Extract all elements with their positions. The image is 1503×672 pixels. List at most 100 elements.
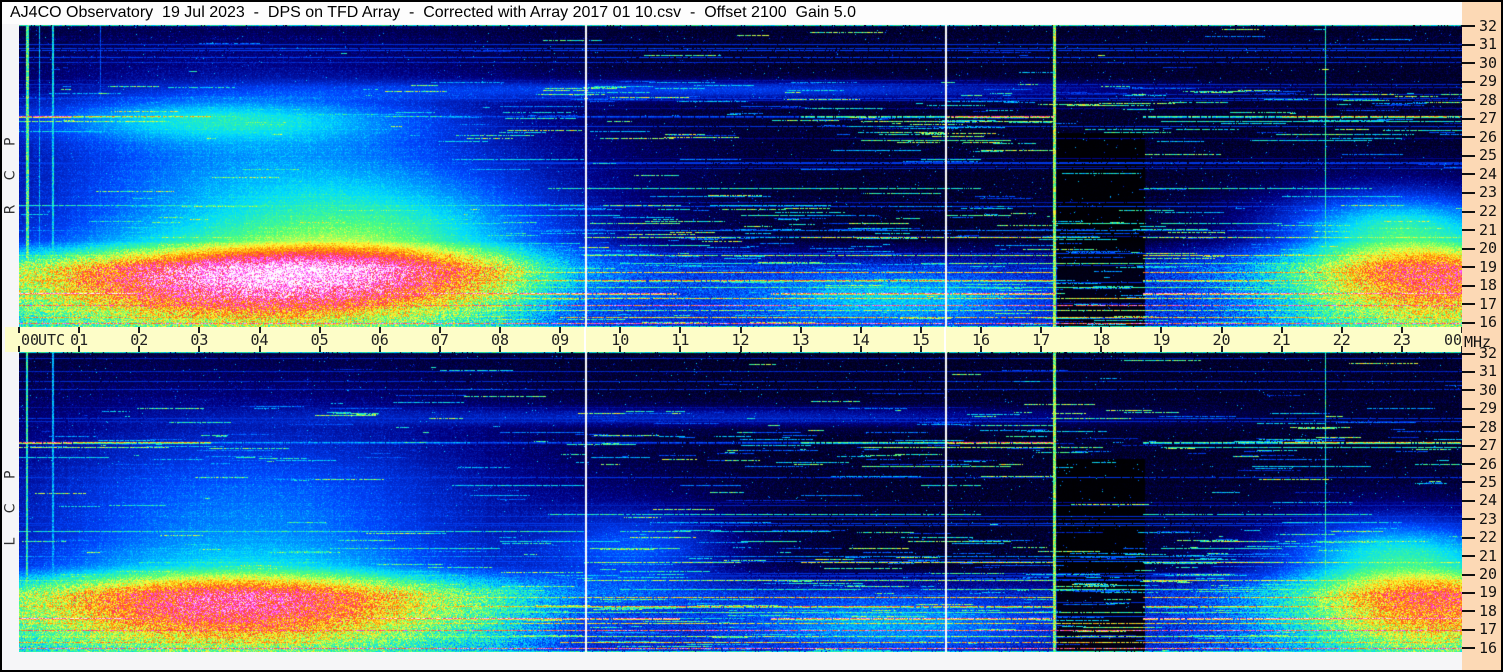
- freq-tick-label: 19: [1479, 583, 1498, 602]
- freq-tick: [1462, 555, 1475, 558]
- freq-tick-label: 21: [1479, 220, 1498, 239]
- freq-tick-label: 16: [1479, 638, 1498, 657]
- freq-tick: [1462, 499, 1475, 502]
- time-tick-label: 18: [1092, 331, 1111, 349]
- time-tick-label: 19: [1152, 331, 1171, 349]
- freq-tick-label: 16: [1479, 313, 1498, 332]
- time-tick-label: 00: [1443, 331, 1463, 349]
- freq-tick: [1462, 426, 1475, 429]
- time-tick-label: 03: [190, 331, 209, 349]
- freq-tick-label: 23: [1479, 509, 1498, 528]
- freq-tick: [1462, 591, 1475, 594]
- freq-tick: [1462, 62, 1475, 65]
- time-tick-label: 07: [430, 331, 449, 349]
- freq-tick-label: 25: [1479, 146, 1498, 165]
- lcp-panel-label-box: L C P: [2, 453, 19, 553]
- time-tick: [18, 327, 20, 333]
- freq-tick-label: 30: [1479, 380, 1498, 399]
- freq-tick: [1462, 444, 1475, 447]
- freq-tick: [1462, 628, 1475, 631]
- freq-tick: [1462, 229, 1475, 232]
- freq-tick-label: 24: [1479, 491, 1498, 510]
- freq-tick-label: 20: [1479, 239, 1498, 258]
- freq-tick: [1462, 352, 1475, 355]
- freq-tick-label: 26: [1479, 127, 1498, 146]
- freq-tick: [1462, 43, 1475, 46]
- utc-unit-label: UTC: [38, 331, 66, 349]
- freq-tick: [1462, 321, 1475, 324]
- freq-tick: [1462, 463, 1475, 466]
- time-axis: UTC 00 01 02 03 04 05 06 07 08 09 10 11 12 13 14 15 16 17…: [5, 327, 1463, 352]
- lcp-spectrogram: [19, 352, 1462, 652]
- time-tick-label: 02: [130, 331, 149, 349]
- freq-tick: [1462, 518, 1475, 521]
- spectrogram-app: AJ4CO Observatory 19 Jul 2023 - DPS on T…: [0, 0, 1503, 672]
- time-tick-label: 22: [1332, 331, 1351, 349]
- freq-tick: [1462, 647, 1475, 650]
- freq-tick: [1462, 266, 1475, 269]
- frequency-axis-strip: MHz 32 31 30 29 28 27 26 25 24 23 22 21 20 19 18 17 16 32…: [1462, 2, 1501, 670]
- data-dropout-line: [943, 327, 946, 352]
- freq-tick: [1462, 573, 1475, 576]
- freq-tick-label: 32: [1479, 344, 1498, 362]
- freq-tick-label: 28: [1479, 417, 1498, 436]
- time-tick-label: 08: [490, 331, 510, 349]
- time-tick-label: 09: [551, 331, 570, 349]
- freq-tick: [1462, 173, 1475, 176]
- freq-tick-label: 22: [1479, 202, 1498, 220]
- freq-tick: [1462, 191, 1475, 194]
- time-tick-label: 05: [310, 331, 329, 349]
- time-tick-label: 20: [1212, 331, 1231, 349]
- rcp-spectrogram: [19, 25, 1462, 327]
- freq-tick-label: 19: [1479, 257, 1498, 276]
- rcp-panel-label-box: R C P: [2, 121, 19, 221]
- title-bar: AJ4CO Observatory 19 Jul 2023 - DPS on T…: [2, 2, 1462, 24]
- time-tick-label: 13: [791, 331, 810, 349]
- time-tick-label: 10: [611, 331, 630, 349]
- freq-tick-label: 28: [1479, 90, 1498, 109]
- freq-tick-label: 31: [1479, 35, 1498, 54]
- freq-tick-label: 17: [1479, 620, 1498, 639]
- time-tick-label: 11: [671, 331, 690, 349]
- freq-tick-label: 23: [1479, 183, 1498, 202]
- freq-tick: [1462, 284, 1475, 287]
- freq-tick-label: 24: [1479, 164, 1498, 183]
- freq-tick: [1462, 407, 1475, 410]
- freq-tick: [1462, 536, 1475, 539]
- freq-tick: [1462, 370, 1475, 373]
- freq-tick-label: 17: [1479, 294, 1498, 313]
- lcp-panel-label: L C P: [2, 460, 19, 546]
- data-dropout-line: [583, 327, 586, 352]
- time-tick-label: 00: [20, 331, 40, 349]
- freq-tick: [1462, 303, 1475, 306]
- freq-tick-label: 31: [1479, 362, 1498, 381]
- freq-tick: [1462, 210, 1475, 213]
- freq-tick: [1462, 117, 1475, 120]
- freq-tick-label: 18: [1479, 601, 1498, 620]
- freq-tick-label: 18: [1479, 276, 1498, 295]
- time-tick-label: 14: [851, 331, 870, 349]
- time-tick-label: 21: [1272, 331, 1291, 349]
- freq-tick-label: 20: [1479, 565, 1498, 584]
- time-tick-label: 04: [250, 331, 269, 349]
- freq-tick-label: 29: [1479, 72, 1498, 91]
- time-tick-label: 01: [70, 331, 89, 349]
- time-tick-label: 23: [1392, 331, 1411, 349]
- freq-tick-label: 22: [1479, 528, 1498, 547]
- freq-tick: [1462, 610, 1475, 613]
- freq-tick-label: 26: [1479, 454, 1498, 473]
- time-tick-label: 06: [370, 331, 389, 349]
- freq-tick: [1462, 247, 1475, 250]
- time-tick-label: 17: [1032, 331, 1051, 349]
- freq-tick-label: 27: [1479, 109, 1498, 128]
- freq-tick-label: 27: [1479, 436, 1498, 455]
- rcp-panel-label: R C P: [2, 127, 19, 215]
- freq-tick: [1462, 136, 1475, 139]
- freq-tick: [1462, 154, 1475, 157]
- freq-tick-label: 29: [1479, 399, 1498, 418]
- freq-tick-label: 21: [1479, 546, 1498, 565]
- freq-tick-label: 25: [1479, 472, 1498, 491]
- freq-tick: [1462, 389, 1475, 392]
- freq-tick: [1462, 25, 1475, 27]
- freq-tick: [1462, 80, 1475, 83]
